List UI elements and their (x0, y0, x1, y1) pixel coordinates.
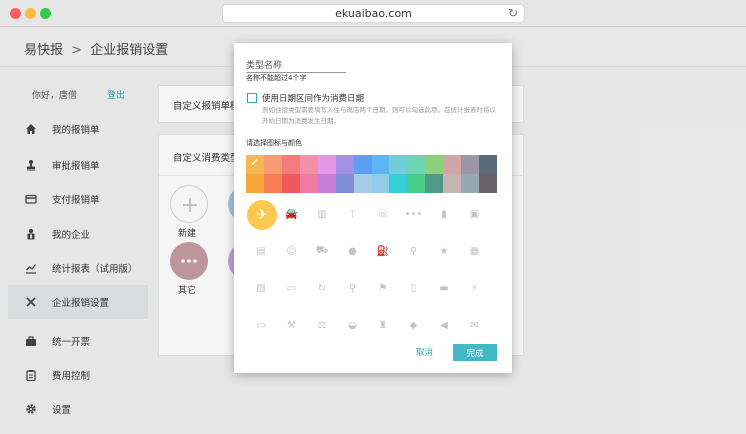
inbox-icon[interactable]: ▣ (461, 200, 489, 228)
color-swatch[interactable] (407, 155, 426, 174)
palette-title: 请选择图标与颜色 (246, 139, 302, 147)
color-swatch[interactable] (407, 174, 426, 193)
date-range-checkbox[interactable] (247, 93, 257, 103)
cancel-button[interactable]: 取消 (416, 346, 433, 358)
type-name-hint: 名称不能超过4个字 (246, 74, 307, 82)
color-swatch[interactable] (317, 174, 336, 193)
color-swatch[interactable] (425, 174, 444, 193)
bookmark-icon[interactable]: ▮ (430, 200, 458, 228)
color-swatch[interactable] (299, 174, 318, 193)
color-swatch[interactable] (371, 174, 390, 193)
flag-icon[interactable]: ⚑ (369, 274, 397, 302)
printer-icon[interactable]: ▭ (278, 274, 306, 302)
star-icon[interactable]: ★ (430, 237, 458, 265)
color-swatch[interactable] (389, 155, 408, 174)
search-icon[interactable]: ⚲ (339, 274, 367, 302)
confirm-button[interactable]: 完成 (453, 344, 497, 361)
scale-icon[interactable]: ⚖ (308, 311, 336, 339)
minimize-window-button[interactable] (25, 8, 36, 19)
briefcase-icon[interactable]: ▬ (430, 274, 458, 302)
color-swatch[interactable] (335, 155, 354, 174)
address-bar[interactable]: ekuaibao.com ↻ (222, 4, 525, 23)
apple-icon[interactable]: ● (339, 237, 367, 265)
document-icon[interactable]: ▯ (400, 274, 428, 302)
checkmark-icon: ✓ (250, 156, 260, 169)
group-icon[interactable]: ☺ (278, 237, 306, 265)
dining-icon[interactable]: ᛘ (339, 200, 367, 228)
zoom-window-button[interactable] (40, 8, 51, 19)
color-swatch[interactable] (281, 174, 300, 193)
add-expense-type-dialog: 类型名称 名称不能超过4个字 使用日期区间作为消费日期 例如住宿类型需要填写入住… (234, 43, 512, 373)
color-swatch[interactable] (246, 174, 264, 193)
plane-icon[interactable]: ✈ (247, 200, 277, 230)
type-name-input[interactable]: 类型名称 (246, 58, 346, 73)
color-swatch[interactable] (353, 174, 372, 193)
address-url: ekuaibao.com (335, 7, 412, 20)
color-swatch[interactable] (371, 155, 390, 174)
color-swatch[interactable] (263, 174, 282, 193)
reload-icon[interactable]: ↻ (508, 6, 518, 20)
gas-pump-icon[interactable]: ⛽ (369, 237, 397, 265)
building-icon[interactable]: ▥ (308, 200, 336, 228)
color-swatch[interactable]: ✓ (246, 155, 264, 174)
color-swatch[interactable] (389, 174, 408, 193)
icon-picker: ✈ 🚘 ▥ ᛘ ☏ ••• ▮ ▣ ▤ ☺ ⛟ ● ⛽ ⚲ ★ ▦ ▧ ▭ ↻ ⚲ ⚑ ▯ ▬ ⚡ ▭ ⚒ ⚖ ◒ ♜ ◆ ◀ ✉ (246, 198, 498, 338)
graduation-cap-icon[interactable]: ◆ (400, 311, 428, 339)
color-swatch[interactable] (479, 155, 497, 174)
phone-icon[interactable]: ☏ (369, 200, 397, 228)
car-icon[interactable]: 🚘 (278, 200, 306, 228)
train-icon[interactable]: ▦ (461, 237, 489, 265)
date-range-description: 例如住宿类型需要填写入住与离店两个日期，则可以勾选此项。在统计报表时将以开始日期… (262, 106, 496, 125)
color-swatch[interactable] (353, 155, 372, 174)
date-range-checkbox-label[interactable]: 使用日期区间作为消费日期 (262, 92, 364, 104)
close-window-button[interactable] (10, 8, 21, 19)
bolt-icon[interactable]: ⚡ (461, 274, 489, 302)
mail-icon[interactable]: ✉ (461, 311, 489, 339)
refresh-icon[interactable]: ↻ (308, 274, 336, 302)
bottle-icon[interactable]: ♜ (369, 311, 397, 339)
color-swatch[interactable] (461, 174, 480, 193)
color-swatch[interactable] (461, 155, 480, 174)
cake-icon[interactable]: ◒ (339, 311, 367, 339)
cart-icon[interactable]: ⛟ (308, 237, 336, 265)
color-swatch[interactable] (263, 155, 282, 174)
color-swatch[interactable] (479, 174, 497, 193)
pin-icon[interactable]: ⚲ (400, 237, 428, 265)
color-swatch[interactable] (443, 155, 462, 174)
book-icon[interactable]: ▤ (247, 237, 275, 265)
gift-icon[interactable]: ▧ (247, 274, 275, 302)
color-swatch[interactable] (443, 174, 462, 193)
bus-icon[interactable]: ▭ (247, 311, 275, 339)
browser-titlebar: ekuaibao.com ↻ (0, 0, 746, 27)
megaphone-icon[interactable]: ◀ (430, 311, 458, 339)
more-icon[interactable]: ••• (400, 200, 428, 228)
wrench-icon[interactable]: ⚒ (278, 311, 306, 339)
color-swatch[interactable] (281, 155, 300, 174)
color-swatch[interactable] (335, 174, 354, 193)
color-palette: ✓ (246, 155, 497, 193)
color-swatch[interactable] (299, 155, 318, 174)
color-swatch[interactable] (425, 155, 444, 174)
color-swatch[interactable] (317, 155, 336, 174)
